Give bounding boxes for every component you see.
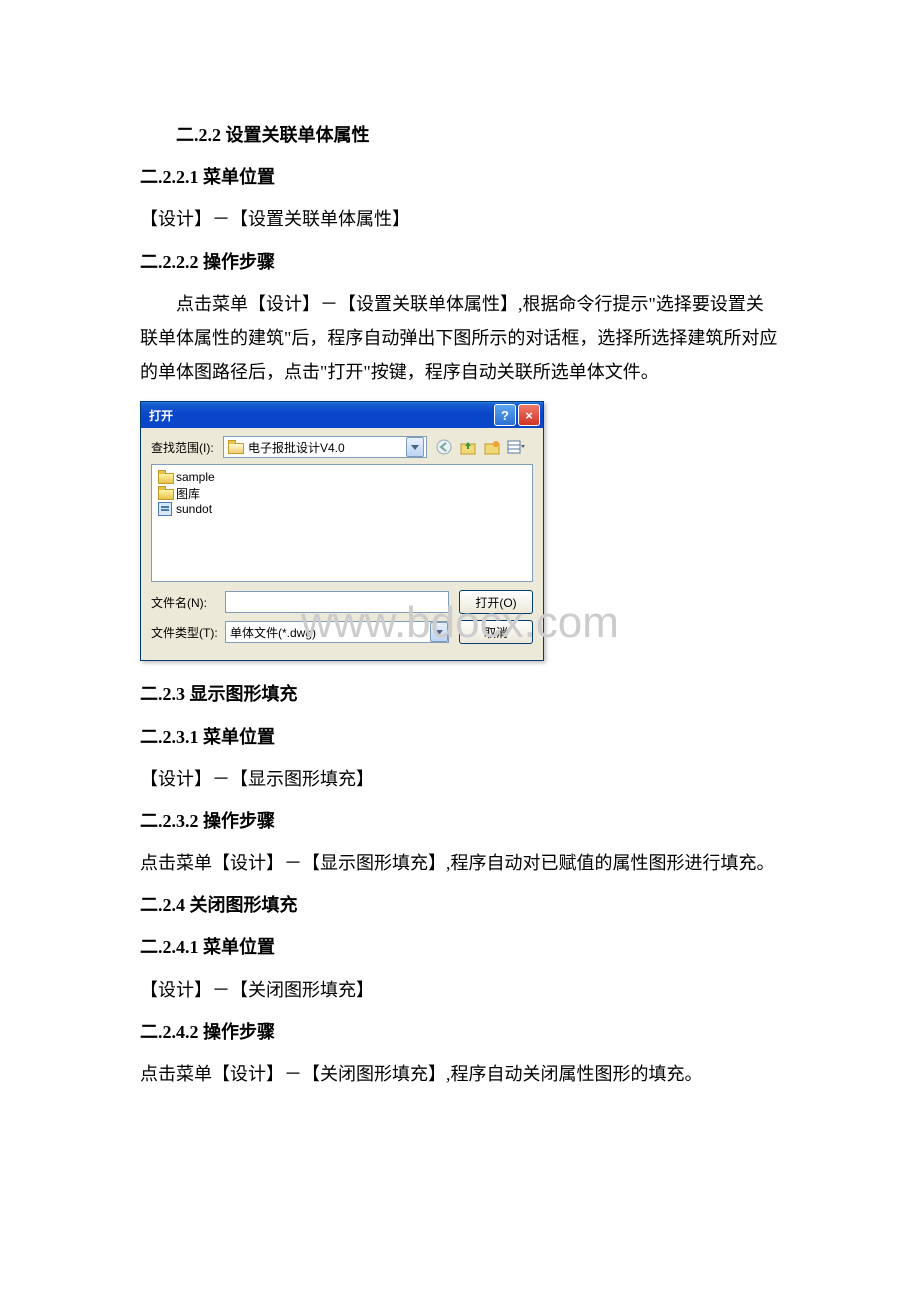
- cancel-button[interactable]: 取消: [459, 620, 533, 644]
- close-button[interactable]: ×: [518, 404, 540, 426]
- filename-label: 文件名(N):: [151, 594, 223, 611]
- open-file-dialog: 打开 ? × 查找范围(I): 电子报批设计V4.0: [140, 401, 544, 661]
- text-menu-path-2: 【设计】－【显示图形填充】: [140, 762, 780, 796]
- text-steps-2: 点击菜单【设计】－【显示图形填充】,程序自动对已赋值的属性图形进行填充。: [140, 846, 780, 880]
- lookin-combobox[interactable]: 电子报批设计V4.0: [223, 436, 427, 458]
- text-menu-path-3: 【设计】－【关闭图形填充】: [140, 973, 780, 1007]
- list-item[interactable]: sundot: [158, 501, 526, 517]
- heading-2-2-4-2: 二.2.4.2 操作步骤: [140, 1015, 780, 1049]
- lookin-value: 电子报批设计V4.0: [248, 439, 406, 456]
- heading-2-2-4-1: 二.2.4.1 菜单位置: [140, 930, 780, 964]
- heading-2-2-3: 二.2.3 显示图形填充: [140, 677, 780, 711]
- chevron-down-icon: [435, 630, 443, 635]
- folder-open-icon: [228, 440, 244, 454]
- filetype-value: 单体文件(*.dwg): [230, 624, 430, 641]
- text-steps-3: 点击菜单【设计】－【关闭图形填充】,程序自动关闭属性图形的填充。: [140, 1057, 780, 1091]
- list-item[interactable]: 图库: [158, 485, 526, 501]
- heading-2-2-2-2: 二.2.2.2 操作步骤: [140, 245, 780, 279]
- views-icon[interactable]: [507, 438, 525, 456]
- folder-icon: [158, 470, 172, 484]
- open-button[interactable]: 打开(O): [459, 590, 533, 614]
- text-menu-path-1: 【设计】－【设置关联单体属性】: [140, 202, 780, 236]
- filetype-label: 文件类型(T):: [151, 624, 223, 641]
- help-button[interactable]: ?: [494, 404, 516, 426]
- heading-2-2-4: 二.2.4 关闭图形填充: [140, 888, 780, 922]
- file-name: sample: [176, 470, 215, 484]
- chevron-down-icon: [411, 445, 419, 450]
- filetype-combobox[interactable]: 单体文件(*.dwg): [225, 621, 449, 643]
- dialog-titlebar: 打开 ? ×: [141, 402, 543, 428]
- text-steps-1: 点击菜单【设计】－【设置关联单体属性】,根据命令行提示"选择要设置关联单体属性的…: [140, 287, 780, 390]
- file-name: 图库: [176, 485, 200, 502]
- heading-2-2-2: 二.2.2 设置关联单体属性: [140, 118, 780, 152]
- list-item[interactable]: sample: [158, 469, 526, 485]
- up-one-level-icon[interactable]: [459, 438, 477, 456]
- file-name: sundot: [176, 502, 212, 516]
- new-folder-icon[interactable]: [483, 438, 501, 456]
- dropdown-button[interactable]: [406, 437, 424, 457]
- document-icon: [158, 502, 172, 516]
- dropdown-button[interactable]: [430, 622, 448, 642]
- heading-2-2-3-1: 二.2.3.1 菜单位置: [140, 720, 780, 754]
- back-icon[interactable]: [435, 438, 453, 456]
- filename-input[interactable]: [225, 591, 449, 613]
- heading-2-2-3-2: 二.2.3.2 操作步骤: [140, 804, 780, 838]
- heading-2-2-2-1: 二.2.2.1 菜单位置: [140, 160, 780, 194]
- file-list[interactable]: sample 图库 sundot: [151, 464, 533, 582]
- folder-icon: [158, 486, 172, 500]
- lookin-label: 查找范围(I):: [151, 439, 223, 456]
- dialog-title: 打开: [149, 407, 492, 424]
